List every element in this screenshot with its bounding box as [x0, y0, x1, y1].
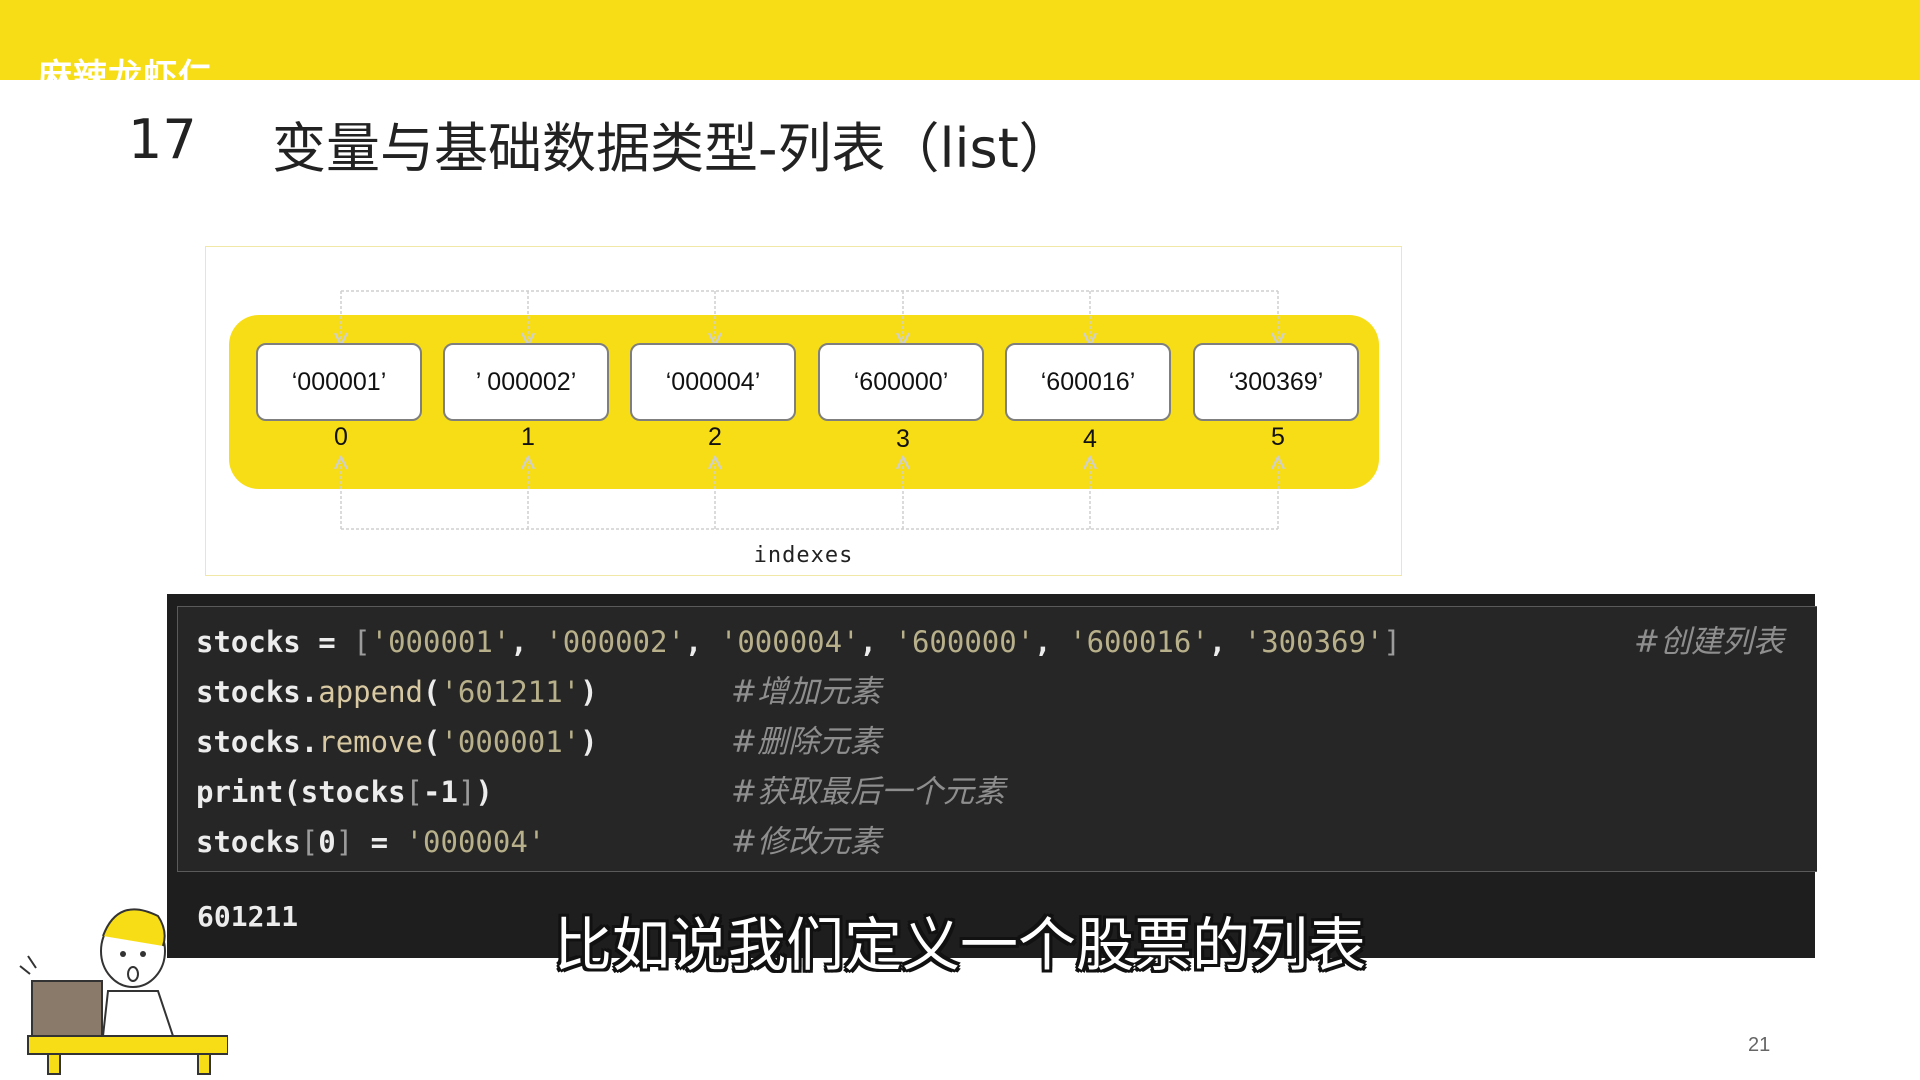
top-bracket — [341, 290, 1278, 339]
code-editor: stocks = ['000001', '000002', '000004', … — [177, 606, 1817, 872]
indexes-caption: indexes — [753, 543, 854, 568]
index-label-1: 1 — [521, 423, 535, 451]
page-number: 21 — [1748, 1034, 1771, 1056]
code-line-1: stocks = ['000001', '000002', '000004', … — [196, 625, 1401, 659]
header-bar — [0, 0, 1920, 80]
mascot-illustration — [19, 908, 228, 1075]
list-cell-2: ‘000004’ — [630, 343, 796, 421]
slide-title: 变量与基础数据类型-列表（list） — [272, 117, 1073, 180]
code-comment-3: #删除元素 — [731, 724, 881, 760]
laptop-icon — [31, 980, 103, 1037]
code-comment-1: #创建列表 — [1634, 624, 1784, 660]
list-diagram: ‘000001’ ’ 000002’ ‘000004’ ‘600000’ ‘60… — [205, 246, 1402, 576]
desk — [27, 1035, 228, 1055]
index-label-2: 2 — [708, 423, 722, 451]
list-cell-5: ‘300369’ — [1193, 343, 1359, 421]
list-cell-1: ’ 000002’ — [443, 343, 609, 421]
list-cell-3: ‘600000’ — [818, 343, 984, 421]
code-line-4: print(stocks[-1]) — [196, 775, 493, 809]
index-label-4: 4 — [1083, 425, 1097, 453]
video-subtitle: 比如说我们定义一个股票的列表 — [553, 911, 1366, 979]
code-line-2: stocks.append('601211') — [196, 675, 598, 709]
code-comment-2: #增加元素 — [731, 674, 881, 710]
code-line-3: stocks.remove('000001') — [196, 725, 598, 759]
slide-number: 17 — [128, 108, 197, 171]
index-label-0: 0 — [334, 423, 348, 451]
list-cell-0: ‘000001’ — [256, 343, 422, 421]
bottom-bracket — [341, 463, 1278, 530]
list-cell-4: ‘600016’ — [1005, 343, 1171, 421]
code-comment-5: #修改元素 — [731, 824, 881, 860]
code-comment-4: #获取最后一个元素 — [731, 774, 1005, 810]
index-label-3: 3 — [896, 425, 910, 453]
brand-watermark: 麻辣龙虾仁 — [38, 57, 213, 80]
code-line-5: stocks[0] = '000004' — [196, 825, 546, 859]
index-label-5: 5 — [1271, 423, 1285, 451]
